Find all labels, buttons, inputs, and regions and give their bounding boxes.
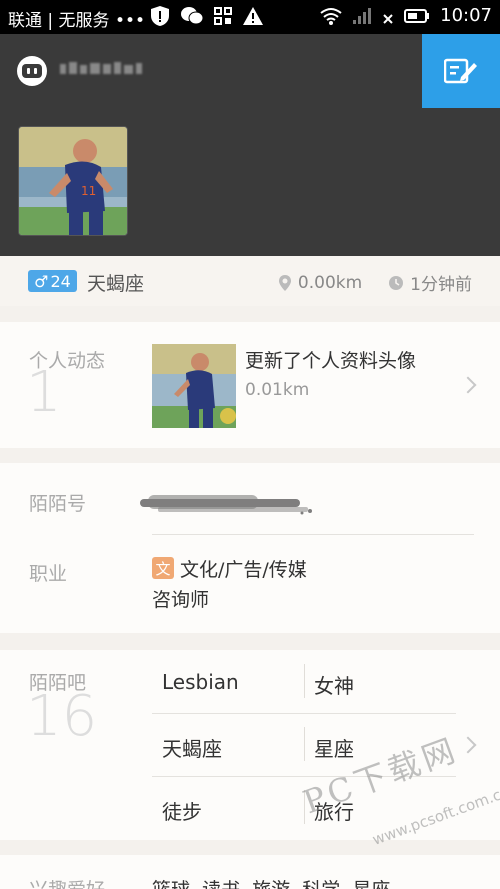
last-seen-text: 1分钟前 — [410, 275, 472, 295]
interests-label: 兴趣爱好 — [29, 875, 105, 889]
tribe-item[interactable]: 女神 — [314, 670, 354, 699]
feed-distance: 0.01km — [245, 380, 310, 400]
feed-count: 1 — [26, 360, 62, 425]
blurred-username — [58, 58, 150, 80]
wifi-icon — [320, 7, 342, 25]
age-gender-badge: ♂ 24 — [28, 270, 77, 292]
signal-icon — [353, 7, 372, 24]
edit-icon — [444, 58, 477, 84]
svg-text:11: 11 — [81, 184, 96, 198]
tribes-count: 16 — [26, 684, 98, 749]
divider — [304, 727, 305, 761]
shield-icon — [151, 6, 169, 26]
blurred-momo-id — [138, 489, 318, 521]
age-value: 24 — [50, 271, 71, 291]
momo-id-label: 陌陌号 — [29, 493, 87, 515]
divider — [152, 713, 456, 714]
feed-card[interactable]: 个人动态 1 更新了个人资料头像 0.01km — [0, 322, 500, 448]
distance-text: 0.00km — [297, 272, 363, 293]
tribe-item[interactable]: 星座 — [314, 733, 354, 762]
male-icon: ♂ — [34, 271, 49, 291]
battery-icon — [404, 8, 430, 23]
avatar[interactable]: 11 — [18, 126, 128, 236]
clock-icon — [389, 275, 404, 290]
profile-hero: 11 — [0, 108, 500, 256]
interests-card[interactable]: 兴趣爱好 篮球 读书 旅游 科学 星座 — [0, 855, 500, 889]
momo-logo-icon[interactable] — [17, 56, 47, 86]
warning-icon — [243, 7, 263, 25]
chevron-right-icon — [459, 376, 477, 394]
wechat-icon — [181, 7, 204, 25]
divider — [304, 664, 305, 698]
job-label: 职业 — [29, 563, 68, 585]
interests-list: 篮球 读书 旅游 科学 星座 — [152, 875, 390, 889]
clock: 10:07 — [440, 5, 492, 26]
job-title: 咨询师 — [152, 589, 210, 611]
tribe-item[interactable]: Lesbian — [162, 670, 239, 694]
feed-title: 更新了个人资料头像 — [245, 350, 417, 372]
no-signal-icon — [383, 13, 393, 24]
tribe-item[interactable]: 徒步 — [162, 796, 202, 825]
chevron-right-icon — [459, 736, 477, 754]
details-card: 陌陌号 职业 文 文化/广告/传媒 咨询师 — [0, 463, 500, 633]
status-bar: 联通 | 无服务 ••• 10:07 — [0, 0, 500, 34]
tribe-item[interactable]: 天蝎座 — [162, 733, 222, 762]
job-industry-tag: 文 — [152, 557, 174, 579]
carrier-text: 联通 | 无服务 ••• — [8, 11, 146, 31]
job-industry: 文化/广告/传媒 — [180, 559, 307, 581]
divider — [152, 534, 474, 535]
grid-icon — [214, 7, 232, 25]
edit-profile-button[interactable] — [422, 34, 500, 108]
location-pin-icon — [278, 274, 291, 291]
zodiac-text: 天蝎座 — [87, 273, 145, 295]
feed-thumbnail[interactable] — [152, 344, 236, 428]
app-header — [0, 34, 500, 108]
profile-info-bar: ♂ 24 天蝎座 0.00km 1分钟前 — [0, 256, 500, 306]
